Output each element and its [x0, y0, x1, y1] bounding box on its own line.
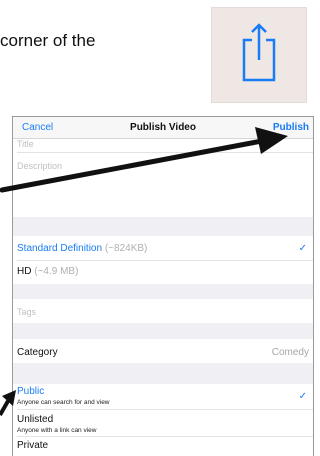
privacy-description-public: Anyone can search for and view: [17, 399, 110, 406]
tags-field[interactable]: Tags: [17, 307, 36, 317]
quality-section: Standard Definition (~824KB) ✓ HD (~4.9 …: [13, 236, 313, 284]
share-icon: [242, 23, 276, 82]
title-description-section: Title Description: [13, 139, 313, 217]
title-field[interactable]: Title: [17, 139, 34, 149]
privacy-description-unlisted: Anyone with a link can view: [17, 427, 97, 434]
checkmark-icon: ✓: [298, 391, 307, 402]
share-icon-tile: [212, 8, 306, 102]
privacy-section: Public Anyone can search for and view ✓ …: [13, 384, 313, 456]
category-row[interactable]: Category Comedy: [13, 339, 313, 363]
privacy-label-private: Private: [17, 440, 49, 451]
quality-label-standard: Standard Definition: [17, 243, 103, 254]
navigation-bar: Cancel Publish Video Publish: [13, 117, 313, 139]
description-field[interactable]: Description: [17, 161, 62, 171]
quality-label-hd: HD: [17, 266, 32, 277]
category-value: Comedy: [271, 347, 309, 358]
screen-title: Publish Video: [130, 122, 196, 133]
divider: [17, 260, 313, 261]
category-label: Category: [17, 347, 58, 358]
divider: [17, 152, 313, 153]
checkmark-icon: ✓: [298, 243, 307, 254]
quality-size-hd: (~4.9 MB): [34, 266, 79, 277]
publish-video-screen: Cancel Publish Video Publish Title Descr…: [12, 116, 314, 456]
privacy-label-public: Public: [17, 386, 45, 397]
tags-section: Tags: [13, 299, 313, 323]
divider: [17, 409, 313, 410]
privacy-label-unlisted: Unlisted: [17, 414, 54, 425]
instruction-text: corner of the: [0, 31, 96, 50]
quality-size-standard: (~824KB): [104, 243, 148, 254]
publish-button[interactable]: Publish: [273, 122, 309, 133]
divider: [17, 436, 313, 437]
